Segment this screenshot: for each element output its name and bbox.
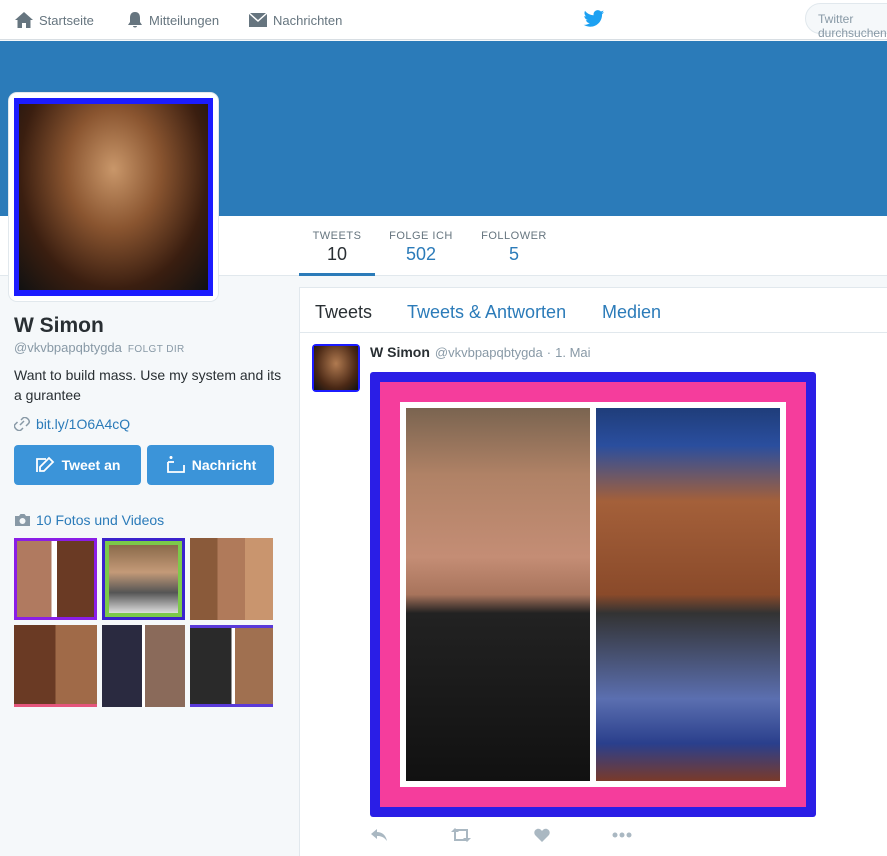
stat-followers-value: 5 xyxy=(508,244,519,264)
stat-followers-label: FOLLOWER xyxy=(481,230,547,242)
photo-thumb[interactable] xyxy=(102,625,185,707)
avatar-image xyxy=(19,104,208,290)
photo-thumb[interactable] xyxy=(14,625,97,707)
reply-icon xyxy=(371,829,387,841)
envelope-icon xyxy=(248,12,268,27)
tweet-timestamp[interactable]: 1. Mai xyxy=(555,345,590,360)
tweet-actions xyxy=(370,828,694,842)
nav-messages-label: Nachrichten xyxy=(273,12,343,28)
tweet-header: W Simon @vkvbpapqbtygda · 1. Mai xyxy=(370,344,591,360)
link-icon xyxy=(14,417,30,431)
photo-thumb-image xyxy=(105,541,182,617)
nav-notifications-label: Mitteilungen xyxy=(149,12,220,28)
profile-link-text: bit.ly/1O6A4cQ xyxy=(36,416,131,432)
nav-notifications[interactable]: Mitteilungen xyxy=(126,0,219,40)
stat-tweets-value: 10 xyxy=(326,244,348,264)
reply-button[interactable] xyxy=(370,828,388,842)
tweet-avatar[interactable] xyxy=(312,344,360,392)
retweet-icon xyxy=(451,828,471,842)
nav-home[interactable]: Startseite xyxy=(14,0,94,40)
profile-handle[interactable]: @vkvbpapqbtygda xyxy=(14,340,122,355)
message-button-label: Nachricht xyxy=(191,457,257,473)
profile-link[interactable]: bit.ly/1O6A4cQ xyxy=(14,416,130,432)
after-photo xyxy=(596,408,780,781)
photo-thumb[interactable] xyxy=(190,538,273,620)
photos-videos-label: 10 Fotos und Videos xyxy=(36,512,165,528)
tab-tweets[interactable]: Tweets xyxy=(315,302,372,323)
tweet-to-button-label: Tweet an xyxy=(61,457,121,473)
top-navigation: Startseite Mitteilungen Nachrichten Twit… xyxy=(0,0,887,40)
heart-icon xyxy=(534,828,550,842)
profile-avatar[interactable] xyxy=(9,93,218,301)
bell-icon xyxy=(128,12,142,28)
photo-thumb[interactable] xyxy=(14,538,97,620)
new-message-icon xyxy=(166,456,185,473)
tweet-to-button[interactable]: Tweet an xyxy=(14,445,141,485)
media-frame xyxy=(380,382,806,807)
profile-name[interactable]: W Simon xyxy=(14,314,104,338)
follows-you-badge: FOLGT DIR xyxy=(127,344,185,355)
message-button[interactable]: Nachricht xyxy=(147,445,274,485)
photo-thumb-image xyxy=(190,538,273,620)
like-button[interactable] xyxy=(534,828,550,842)
nav-home-label: Startseite xyxy=(39,12,94,28)
avatar-frame xyxy=(14,98,213,296)
tweet-author-name[interactable]: W Simon xyxy=(370,344,430,360)
more-button[interactable] xyxy=(612,828,632,842)
photo-thumb-image xyxy=(17,541,94,617)
stat-following-value: 502 xyxy=(405,244,437,264)
media-photo-pair xyxy=(400,402,786,787)
tab-tweets-replies[interactable]: Tweets & Antworten xyxy=(407,302,566,323)
nav-messages[interactable]: Nachrichten xyxy=(248,0,342,40)
tweet-timeline: Tweets Tweets & Antworten Medien W Simon… xyxy=(299,287,887,856)
stat-followers[interactable]: FOLLOWER 5 xyxy=(480,230,548,265)
photo-thumb[interactable] xyxy=(190,625,273,707)
photo-thumb-image xyxy=(14,625,97,704)
before-photo xyxy=(406,408,590,781)
timeline-tabs: Tweets Tweets & Antworten Medien xyxy=(300,288,887,333)
compose-icon xyxy=(35,456,54,472)
stat-following-label: FOLGE ICH xyxy=(389,230,453,242)
stat-tweets-label: TWEETS xyxy=(312,230,362,242)
twitter-bird-icon[interactable] xyxy=(583,9,605,29)
home-icon xyxy=(15,12,33,28)
stat-following[interactable]: FOLGE ICH 502 xyxy=(388,230,454,265)
photo-thumb-image xyxy=(190,628,273,704)
profile-bio: Want to build mass. Use my system and it… xyxy=(14,367,282,403)
photos-videos-link[interactable]: 10 Fotos und Videos xyxy=(14,512,164,528)
stat-tweets[interactable]: TWEETS 10 xyxy=(299,230,375,276)
tweet-author-handle[interactable]: @vkvbpapqbtygda xyxy=(435,345,543,360)
retweet-button[interactable] xyxy=(450,828,472,842)
search-input[interactable]: Twitter durchsuchen xyxy=(805,3,887,40)
camera-icon xyxy=(15,514,30,526)
tab-media[interactable]: Medien xyxy=(602,302,661,323)
tweet-media[interactable] xyxy=(370,372,816,817)
photo-thumb-image xyxy=(102,625,185,707)
profile-handle-row: @vkvbpapqbtygda FOLGT DIR xyxy=(14,340,185,355)
photo-thumb[interactable] xyxy=(102,538,185,620)
tweet-separator: · xyxy=(546,345,552,360)
more-icon xyxy=(612,832,632,838)
